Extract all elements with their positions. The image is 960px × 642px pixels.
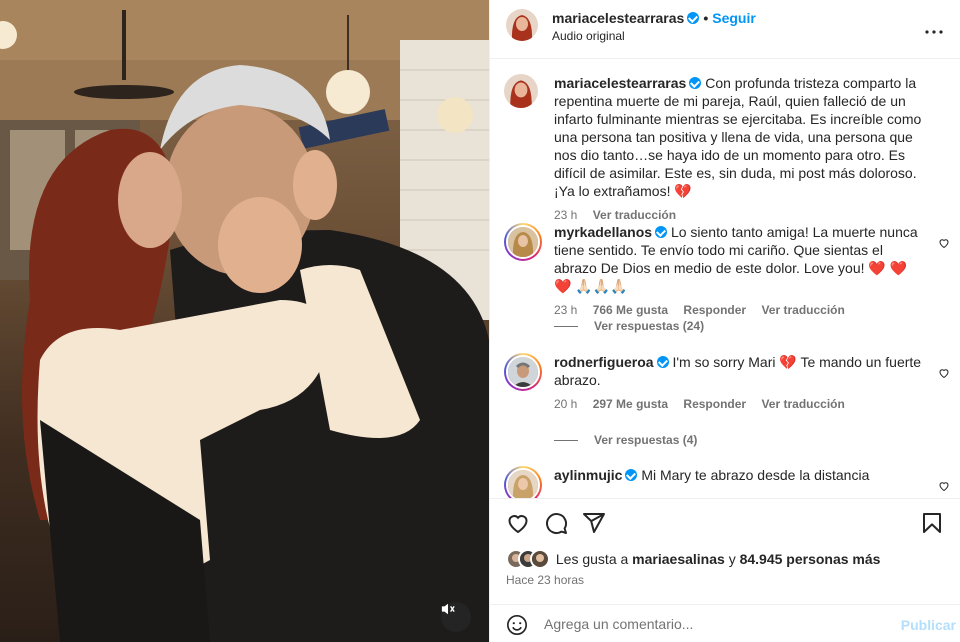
comment-time[interactable]: 20 h xyxy=(554,397,577,411)
reply-button[interactable]: Responder xyxy=(683,397,746,411)
emoji-icon[interactable] xyxy=(506,614,528,636)
audio-label[interactable]: Audio original xyxy=(552,29,625,43)
commenter-username[interactable]: aylinmujic xyxy=(554,467,622,483)
liker-avatars xyxy=(506,549,550,569)
verified-badge-icon xyxy=(625,469,638,481)
caption-username[interactable]: mariacelestearraras xyxy=(554,75,686,91)
caption-translate-link[interactable]: Ver traducción xyxy=(593,208,676,222)
post-time[interactable]: Hace 23 horas xyxy=(506,573,584,587)
verified-badge-icon xyxy=(655,226,668,238)
translate-link[interactable]: Ver traducción xyxy=(761,303,844,317)
author-avatar[interactable] xyxy=(504,74,538,108)
caption: mariacelestearraras Con profunda tristez… xyxy=(504,74,950,222)
caption-text: Con profunda tristeza comparto la repent… xyxy=(554,75,922,199)
verified-badge-icon xyxy=(689,77,702,89)
comment-text: Mi Mary te abrazo desde la distancia xyxy=(641,467,870,483)
translate-link[interactable]: Ver traducción xyxy=(761,397,844,411)
commenter-avatar xyxy=(506,355,540,389)
speaker-muted-icon xyxy=(441,603,455,615)
action-bar xyxy=(490,498,960,550)
post-header: mariacelestearraras • Seguir Audio origina… xyxy=(490,0,960,59)
story-ring[interactable] xyxy=(504,353,542,391)
follow-button[interactable]: Seguir xyxy=(712,10,756,26)
author-username[interactable]: mariacelestearraras xyxy=(552,10,684,26)
comment-icon[interactable] xyxy=(544,511,568,535)
comment-likes[interactable]: 766 Me gusta xyxy=(593,303,668,317)
others-likes-link[interactable]: 84.945 personas más xyxy=(740,551,881,567)
comments-list[interactable]: mariacelestearraras Con profunda tristez… xyxy=(490,60,960,498)
post-media[interactable] xyxy=(0,0,489,642)
comment-time[interactable]: 23 h xyxy=(554,303,577,317)
verified-badge-icon xyxy=(656,356,669,368)
view-replies-button[interactable]: Ver respuestas (24) xyxy=(554,319,704,333)
post-photo xyxy=(0,0,489,642)
share-icon[interactable] xyxy=(582,511,606,535)
author-avatar[interactable] xyxy=(506,9,538,41)
story-ring[interactable] xyxy=(504,466,542,498)
verified-badge-icon xyxy=(687,12,700,24)
mute-button[interactable] xyxy=(441,602,471,632)
commenter-avatar xyxy=(506,225,540,259)
comment-item: rodnerfigueroa I'm so sorry Mari 💔 Te ma… xyxy=(504,353,950,411)
liker-avatar xyxy=(530,549,550,569)
caption-time[interactable]: 23 h xyxy=(554,208,577,222)
view-replies-button[interactable]: Ver respuestas (4) xyxy=(554,433,697,447)
comment-item: myrkadellanos Lo siento tanto amiga! La … xyxy=(504,223,950,317)
comment-likes[interactable]: 297 Me gusta xyxy=(593,397,668,411)
bookmark-icon[interactable] xyxy=(920,511,944,535)
likes-summary[interactable]: Les gusta a mariaesalinas y 84.945 perso… xyxy=(506,549,944,571)
add-comment-bar: Publicar xyxy=(490,604,960,642)
comment-input[interactable] xyxy=(544,613,874,635)
story-ring[interactable] xyxy=(504,223,542,261)
publish-button[interactable]: Publicar xyxy=(901,617,956,633)
heart-icon[interactable] xyxy=(938,237,950,249)
commenter-username[interactable]: myrkadellanos xyxy=(554,224,652,240)
commenter-username[interactable]: rodnerfigueroa xyxy=(554,354,654,370)
heart-icon[interactable] xyxy=(506,511,530,535)
commenter-avatar xyxy=(506,468,540,498)
more-horizontal-icon[interactable] xyxy=(922,20,946,44)
comment-item: aylinmujic Mi Mary te abrazo desde la di… xyxy=(504,466,950,498)
post-details-panel: mariacelestearraras • Seguir Audio origina… xyxy=(489,0,960,642)
heart-icon[interactable] xyxy=(938,480,950,492)
reply-button[interactable]: Responder xyxy=(683,303,746,317)
liker-username[interactable]: mariaesalinas xyxy=(632,551,725,567)
heart-icon[interactable] xyxy=(938,367,950,379)
